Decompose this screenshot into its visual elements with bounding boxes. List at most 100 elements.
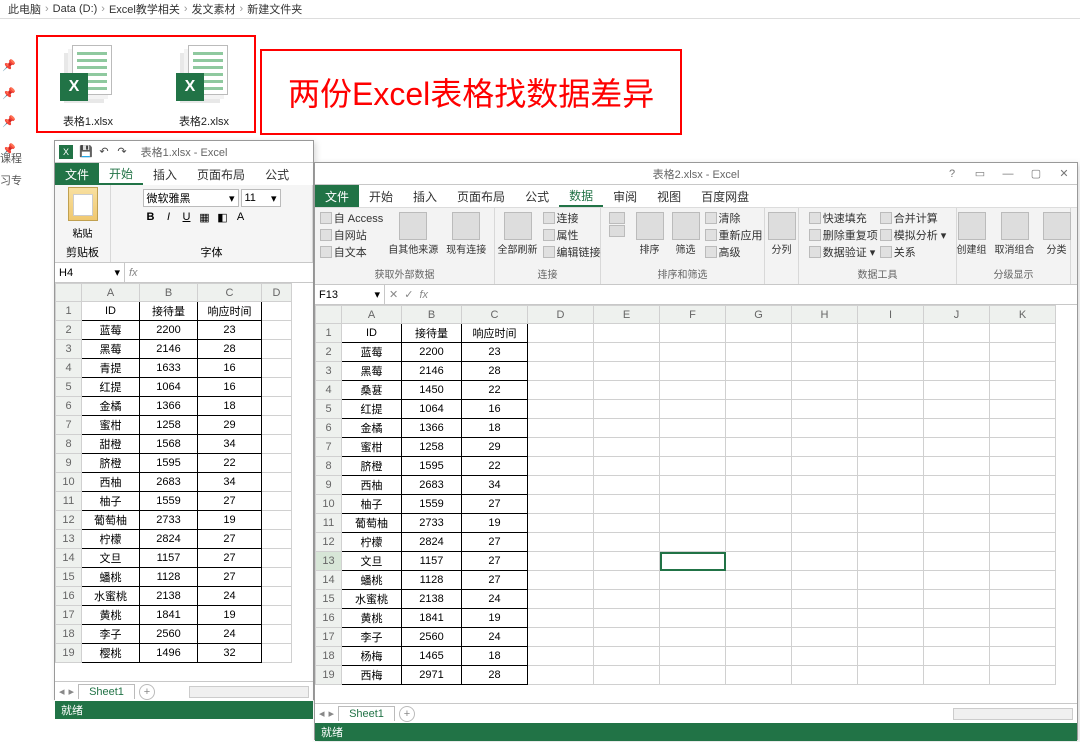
cell[interactable]: 1496	[140, 644, 198, 663]
cell[interactable]	[262, 340, 292, 359]
cell[interactable]: 1157	[402, 552, 462, 571]
cell[interactable]: 响应时间	[198, 302, 262, 321]
cell[interactable]: 柠檬	[82, 530, 140, 549]
row-header[interactable]: 5	[316, 400, 342, 419]
row-header[interactable]: 8	[316, 457, 342, 476]
cell[interactable]	[262, 492, 292, 511]
cell[interactable]	[594, 381, 660, 400]
cell[interactable]	[528, 343, 594, 362]
horizontal-scrollbar[interactable]	[189, 686, 309, 698]
cell[interactable]	[726, 628, 792, 647]
cell[interactable]	[858, 590, 924, 609]
row-header[interactable]: 5	[56, 378, 82, 397]
edit-links-button[interactable]: 编辑链接	[543, 244, 601, 260]
cell[interactable]	[262, 321, 292, 340]
cell[interactable]: 1841	[402, 609, 462, 628]
cell[interactable]	[594, 438, 660, 457]
cell[interactable]	[792, 514, 858, 533]
pin-icon[interactable]: 📌	[2, 115, 12, 125]
paste-label[interactable]: 粘贴	[73, 225, 93, 240]
cell[interactable]	[858, 552, 924, 571]
cell[interactable]	[792, 533, 858, 552]
cell[interactable]	[858, 495, 924, 514]
cell[interactable]: 1258	[402, 438, 462, 457]
cell[interactable]: 16	[198, 359, 262, 378]
cell[interactable]	[660, 552, 726, 571]
cell[interactable]	[262, 530, 292, 549]
cell[interactable]	[858, 457, 924, 476]
cell[interactable]	[726, 571, 792, 590]
cell[interactable]: 1841	[140, 606, 198, 625]
cell[interactable]	[792, 457, 858, 476]
cell[interactable]	[858, 533, 924, 552]
close-icon[interactable]: ✕	[1053, 166, 1075, 182]
cell[interactable]	[262, 511, 292, 530]
cell[interactable]	[924, 476, 990, 495]
cell[interactable]	[924, 419, 990, 438]
row-header[interactable]: 3	[316, 362, 342, 381]
cell[interactable]: 22	[462, 457, 528, 476]
cell[interactable]: 1128	[140, 568, 198, 587]
cell[interactable]	[990, 362, 1056, 381]
cell[interactable]: 蟠桃	[342, 571, 402, 590]
cell[interactable]	[792, 343, 858, 362]
maximize-icon[interactable]: ▢	[1025, 166, 1047, 182]
cell[interactable]	[792, 419, 858, 438]
cell[interactable]: ID	[342, 324, 402, 343]
cell[interactable]	[594, 514, 660, 533]
col-header[interactable]: C	[198, 284, 262, 302]
cell[interactable]	[858, 381, 924, 400]
cell[interactable]: 24	[198, 625, 262, 644]
cell[interactable]	[990, 647, 1056, 666]
cell[interactable]: 16	[462, 400, 528, 419]
cell[interactable]	[990, 571, 1056, 590]
cell[interactable]	[660, 628, 726, 647]
cell[interactable]	[660, 476, 726, 495]
cell[interactable]: 青提	[82, 359, 140, 378]
cell[interactable]	[726, 609, 792, 628]
cell[interactable]	[924, 552, 990, 571]
formula-input[interactable]	[142, 263, 313, 282]
tab-insert[interactable]: 插入	[403, 185, 447, 207]
cell[interactable]: 2733	[140, 511, 198, 530]
cell[interactable]	[990, 476, 1056, 495]
cell[interactable]	[660, 666, 726, 685]
minimize-icon[interactable]: —	[997, 166, 1019, 182]
cell[interactable]	[594, 476, 660, 495]
cell[interactable]	[528, 381, 594, 400]
cell[interactable]: 28	[462, 362, 528, 381]
cell[interactable]	[726, 324, 792, 343]
row-header[interactable]: 8	[56, 435, 82, 454]
cell[interactable]	[528, 571, 594, 590]
col-header[interactable]: D	[262, 284, 292, 302]
cell[interactable]: 34	[198, 435, 262, 454]
cell[interactable]	[528, 362, 594, 381]
cell[interactable]: 1258	[140, 416, 198, 435]
cell[interactable]	[924, 590, 990, 609]
cell[interactable]	[726, 647, 792, 666]
cell[interactable]	[858, 362, 924, 381]
cell[interactable]: 2138	[140, 587, 198, 606]
cell[interactable]: 柚子	[342, 495, 402, 514]
row-header[interactable]: 19	[56, 644, 82, 663]
row-header[interactable]: 1	[316, 324, 342, 343]
cell[interactable]	[924, 495, 990, 514]
worksheet-grid[interactable]: ABCD1ID接待量响应时间2蓝莓2200233黑莓2146284青提16331…	[55, 283, 313, 681]
cell[interactable]: 接待量	[402, 324, 462, 343]
consolidate-button[interactable]: 合并计算	[880, 210, 947, 226]
breadcrumb[interactable]: 此电脑› Data (D:)› Excel教学相关› 发文素材› 新建文件夹	[0, 0, 1080, 18]
cell[interactable]	[594, 666, 660, 685]
cell[interactable]	[858, 400, 924, 419]
row-header[interactable]: 6	[56, 397, 82, 416]
enter-icon[interactable]: ✓	[404, 288, 413, 301]
row-header[interactable]: 10	[56, 473, 82, 492]
col-header[interactable]: B	[140, 284, 198, 302]
paste-icon[interactable]	[68, 187, 98, 221]
cell[interactable]	[594, 495, 660, 514]
cell[interactable]	[660, 495, 726, 514]
cell[interactable]	[528, 514, 594, 533]
cell[interactable]	[990, 590, 1056, 609]
cell[interactable]	[594, 590, 660, 609]
cell[interactable]: 2146	[140, 340, 198, 359]
row-header[interactable]: 12	[316, 533, 342, 552]
